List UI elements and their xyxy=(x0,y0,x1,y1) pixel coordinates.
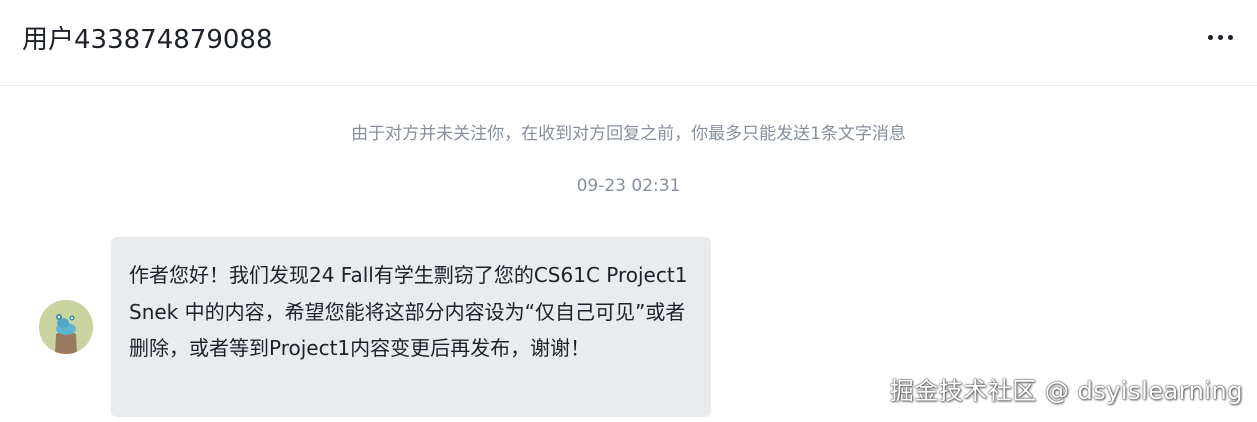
chat-header: 用户433874879088 xyxy=(0,0,1257,86)
avatar-icon[interactable] xyxy=(39,300,93,354)
page-title: 用户433874879088 xyxy=(22,25,273,55)
more-dots-icon xyxy=(1227,34,1233,40)
follow-restriction-notice: 由于对方并未关注你，在收到对方回复之前，你最多只能发送1条文字消息 xyxy=(351,124,906,144)
message-text: 作者您好！我们发现24 Fall有学生剽窃了您的CS61C Project1 S… xyxy=(129,263,688,360)
more-dots-icon xyxy=(1217,34,1223,40)
watermark: 掘金技术社区 @ dsyislearning xyxy=(889,377,1243,405)
message-timestamp: 09-23 02:31 xyxy=(576,176,681,196)
more-dots-icon xyxy=(1207,34,1213,40)
more-options-button[interactable] xyxy=(1203,22,1237,52)
message-bubble[interactable]: 作者您好！我们发现24 Fall有学生剽窃了您的CS61C Project1 S… xyxy=(111,237,711,417)
